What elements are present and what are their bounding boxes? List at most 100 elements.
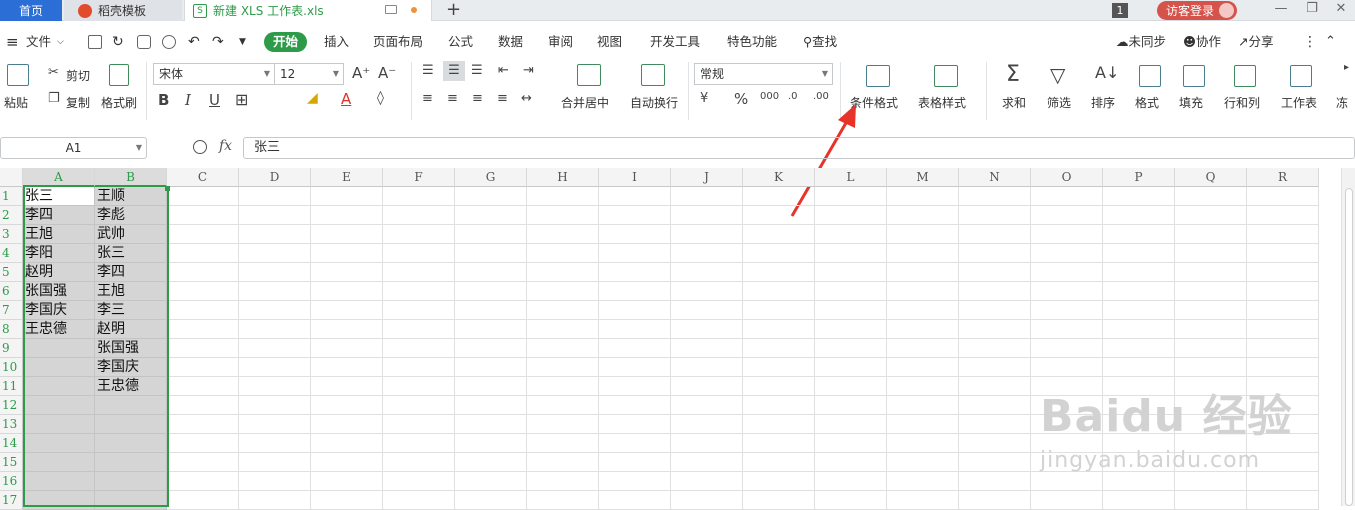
row-header-10[interactable]: 10 — [0, 358, 23, 377]
bold-icon[interactable]: B — [158, 91, 169, 109]
cell-r16[interactable] — [1247, 472, 1319, 491]
undo-icon[interactable]: ↶ — [188, 29, 200, 55]
cell-b7[interactable]: 李三 — [95, 301, 167, 320]
row-header-2[interactable]: 2 — [0, 206, 23, 225]
sort-button[interactable]: 排序 — [1091, 94, 1115, 111]
cell-f17[interactable] — [383, 491, 455, 510]
cell-l3[interactable] — [815, 225, 887, 244]
cell-k3[interactable] — [743, 225, 815, 244]
cell-j5[interactable] — [671, 263, 743, 282]
cell-b14[interactable] — [95, 434, 167, 453]
column-header-n[interactable]: N — [959, 168, 1031, 187]
cell-m11[interactable] — [887, 377, 959, 396]
cell-m16[interactable] — [887, 472, 959, 491]
cell-r6[interactable] — [1247, 282, 1319, 301]
customize-icon[interactable]: ▼ — [239, 29, 246, 55]
sum-button[interactable]: 求和 — [1002, 94, 1026, 111]
cell-i17[interactable] — [599, 491, 671, 510]
formula-input[interactable]: 张三 — [243, 137, 1355, 159]
cell-m5[interactable] — [887, 263, 959, 282]
hamburger-icon[interactable]: ≡ — [6, 29, 19, 55]
cell-g9[interactable] — [455, 339, 527, 358]
cell-m13[interactable] — [887, 415, 959, 434]
cut-button[interactable]: 剪切 — [66, 67, 90, 84]
cell-j13[interactable] — [671, 415, 743, 434]
cell-b16[interactable] — [95, 472, 167, 491]
cell-h4[interactable] — [527, 244, 599, 263]
cell-j2[interactable] — [671, 206, 743, 225]
screen-icon[interactable] — [385, 5, 397, 14]
column-header-k[interactable]: K — [743, 168, 815, 187]
column-header-q[interactable]: Q — [1175, 168, 1247, 187]
tab-formula[interactable]: 公式 — [448, 29, 473, 55]
cell-a14[interactable] — [23, 434, 95, 453]
close-icon[interactable]: ✕ — [1326, 0, 1355, 18]
cell-c5[interactable] — [167, 263, 239, 282]
cell-q5[interactable] — [1175, 263, 1247, 282]
search-button[interactable]: ⚲查找 — [803, 29, 837, 55]
cell-j6[interactable] — [671, 282, 743, 301]
restore-icon[interactable]: ❐ — [1297, 0, 1327, 18]
cell-b5[interactable]: 李四 — [95, 263, 167, 282]
sum-icon[interactable]: Σ — [1006, 62, 1020, 87]
menu-file[interactable]: 文件 — [26, 29, 51, 55]
cell-m8[interactable] — [887, 320, 959, 339]
cell-e1[interactable] — [311, 187, 383, 206]
cell-c7[interactable] — [167, 301, 239, 320]
select-all-corner[interactable] — [0, 168, 23, 187]
cell-a7[interactable]: 李国庆 — [23, 301, 95, 320]
cell-m10[interactable] — [887, 358, 959, 377]
cell-g3[interactable] — [455, 225, 527, 244]
cell-p4[interactable] — [1103, 244, 1175, 263]
cell-r9[interactable] — [1247, 339, 1319, 358]
cell-p17[interactable] — [1103, 491, 1175, 510]
cell-r8[interactable] — [1247, 320, 1319, 339]
name-box[interactable]: A1 ▼ — [0, 137, 147, 159]
cell-p9[interactable] — [1103, 339, 1175, 358]
paste-icon[interactable] — [7, 64, 29, 86]
export-pdf-icon[interactable]: ↻ — [112, 29, 124, 55]
tab-insert[interactable]: 插入 — [324, 29, 349, 55]
cell-p2[interactable] — [1103, 206, 1175, 225]
cell-d1[interactable] — [239, 187, 311, 206]
cell-k6[interactable] — [743, 282, 815, 301]
cell-l10[interactable] — [815, 358, 887, 377]
cell-b6[interactable]: 王旭 — [95, 282, 167, 301]
zoom-formula-icon[interactable] — [193, 140, 207, 154]
cell-f10[interactable] — [383, 358, 455, 377]
cell-i16[interactable] — [599, 472, 671, 491]
cell-n3[interactable] — [959, 225, 1031, 244]
cell-o8[interactable] — [1031, 320, 1103, 339]
login-button[interactable]: 访客登录 — [1157, 1, 1237, 20]
cell-k7[interactable] — [743, 301, 815, 320]
cell-j3[interactable] — [671, 225, 743, 244]
row-header-14[interactable]: 14 — [0, 434, 23, 453]
column-header-l[interactable]: L — [815, 168, 887, 187]
decrease-font-icon[interactable]: A⁻ — [378, 64, 396, 82]
cell-o7[interactable] — [1031, 301, 1103, 320]
cell-j11[interactable] — [671, 377, 743, 396]
cell-b4[interactable]: 张三 — [95, 244, 167, 263]
cell-d17[interactable] — [239, 491, 311, 510]
column-header-r[interactable]: R — [1247, 168, 1319, 187]
tab-review[interactable]: 审阅 — [548, 29, 573, 55]
cell-n17[interactable] — [959, 491, 1031, 510]
cell-j9[interactable] — [671, 339, 743, 358]
row-header-11[interactable]: 11 — [0, 377, 23, 396]
cell-n7[interactable] — [959, 301, 1031, 320]
cell-l1[interactable] — [815, 187, 887, 206]
cell-h10[interactable] — [527, 358, 599, 377]
cell-n4[interactable] — [959, 244, 1031, 263]
cell-c9[interactable] — [167, 339, 239, 358]
cell-j10[interactable] — [671, 358, 743, 377]
cell-d10[interactable] — [239, 358, 311, 377]
cell-b8[interactable]: 赵明 — [95, 320, 167, 339]
cell-e15[interactable] — [311, 453, 383, 472]
chevron-right-icon[interactable]: ▸ — [1344, 62, 1349, 73]
paste-button[interactable]: 粘贴 — [4, 94, 28, 111]
cell-j7[interactable] — [671, 301, 743, 320]
cell-f1[interactable] — [383, 187, 455, 206]
cell-m4[interactable] — [887, 244, 959, 263]
cell-b9[interactable]: 张国强 — [95, 339, 167, 358]
cell-q9[interactable] — [1175, 339, 1247, 358]
